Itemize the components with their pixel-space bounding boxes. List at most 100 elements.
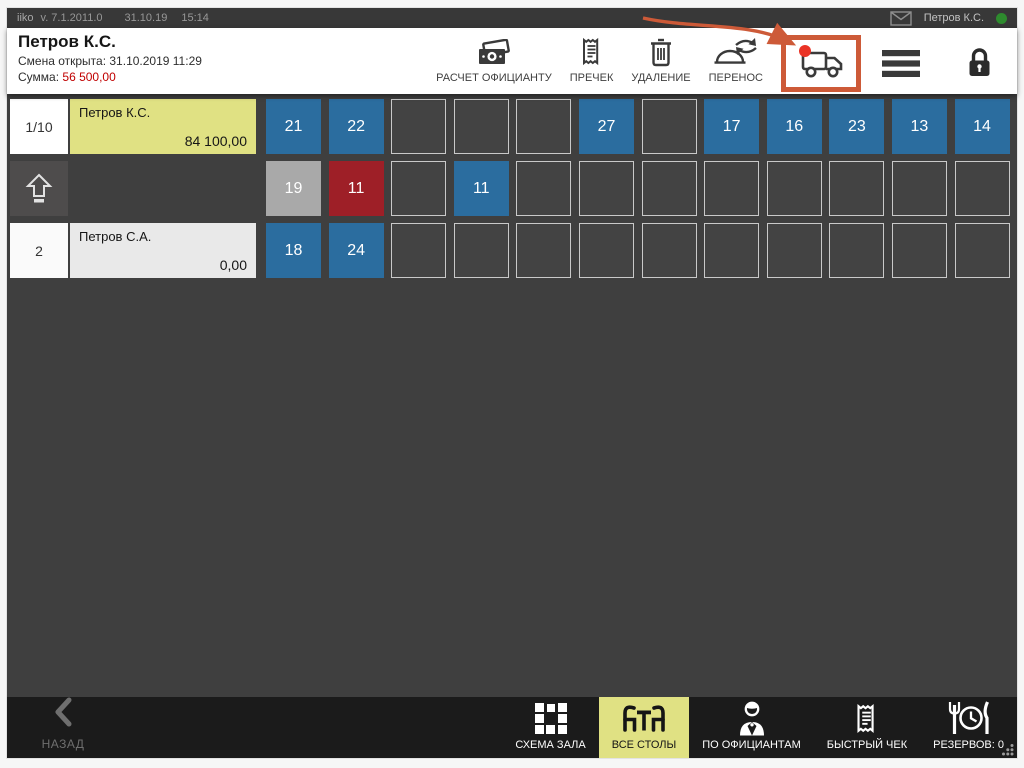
resize-grip[interactable]: [1000, 742, 1015, 757]
table-17[interactable]: 17: [704, 99, 759, 154]
table-slot-empty: [704, 161, 759, 216]
tab-quick-check[interactable]: БЫСТРЫЙ ЧЕК: [814, 697, 920, 758]
waiter-row-amount: 0,00: [220, 257, 247, 273]
app-version: v. 7.1.2011.0: [41, 12, 103, 24]
header: Петров К.С. Смена открыта: 31.10.2019 11…: [7, 28, 1017, 94]
waiter-row-name: Петров К.С.: [79, 105, 247, 120]
table-18[interactable]: 18: [266, 223, 321, 278]
bottom-tabs: СХЕМА ЗАЛА ВСЕ СТОЛЫ ПО ОФИЦИАНТАМ БЫСТРЫЙ …: [502, 697, 1017, 758]
table-slot-empty: [955, 161, 1010, 216]
table-slot-empty: [767, 223, 822, 278]
lock-button[interactable]: [954, 35, 1005, 92]
bottom-bar: НАЗАД СХЕМА ЗАЛА ВСЕ СТОЛЫ ПО ОФИЦИАНТАМ БЫ…: [7, 697, 1017, 758]
envelope-icon: [890, 11, 912, 26]
tables-icon: [619, 699, 669, 737]
table-slot-empty: [704, 223, 759, 278]
table-11[interactable]: 11: [454, 161, 509, 216]
toolbar-button-label: РАСЧЕТ ОФИЦИАНТУ: [436, 72, 552, 84]
toolbar-button-precheck[interactable]: ПРЕЧЕК: [561, 35, 623, 84]
table-19[interactable]: 19: [266, 161, 321, 216]
delivery-truck-icon: [796, 43, 846, 81]
tab-label: ВСЕ СТОЛЫ: [612, 739, 677, 751]
waiter-row-info: Петров К.С. 84 100,00: [70, 99, 256, 154]
resize-grip-icon: [1000, 742, 1015, 757]
floor-plan-icon: [533, 699, 568, 737]
sum-label: Сумма:: [18, 70, 59, 84]
tab-label: РЕЗЕРВОВ: 0: [933, 739, 1004, 751]
waiter-row-info: Петров С.А. 0,00: [70, 223, 256, 278]
table-14[interactable]: 14: [955, 99, 1010, 154]
table-slot-empty: [391, 161, 446, 216]
table-slot-empty: [579, 223, 634, 278]
toolbar-button-label: ПРЕЧЕК: [570, 72, 614, 84]
table-slot-empty: [454, 223, 509, 278]
table-slot-empty: [391, 223, 446, 278]
header-toolbar: РАСЧЕТ ОФИЦИАНТУ ПРЕЧЕК УДАЛЕНИЕ ПЕРЕНОС: [427, 35, 1011, 92]
table-22[interactable]: 22: [329, 99, 384, 154]
waiter-icon: [736, 699, 768, 737]
reservation-icon: [946, 699, 992, 737]
hamburger-menu-icon: [882, 49, 920, 78]
banknotes-icon: [476, 35, 511, 67]
table-slot-empty: [892, 161, 947, 216]
delivery-button[interactable]: [796, 43, 846, 84]
table-11[interactable]: 11: [329, 161, 384, 216]
tab-by-waiters[interactable]: ПО ОФИЦИАНТАМ: [689, 697, 814, 758]
waiter-row[interactable]: 2 Петров С.А. 0,00: [10, 223, 256, 278]
quick-receipt-icon: [854, 699, 879, 737]
toolbar-button-label: УДАЛЕНИЕ: [631, 72, 690, 84]
table-slot-empty: [516, 161, 571, 216]
table-slot-empty: [454, 99, 509, 154]
tab-all-tables[interactable]: ВСЕ СТОЛЫ: [599, 697, 690, 758]
tab-label: БЫСТРЫЙ ЧЕК: [827, 739, 907, 751]
table-slot-empty: [829, 161, 884, 216]
table-16[interactable]: 16: [767, 99, 822, 154]
table-slot-empty: [642, 223, 697, 278]
table-13[interactable]: 13: [892, 99, 947, 154]
tables-view: 1/10 Петров К.С. 84 100,00 2 Петров С.А. 0,00…: [7, 94, 1017, 697]
table-slot-empty: [516, 99, 571, 154]
scroll-up-button[interactable]: [10, 161, 68, 216]
annotation-box: [781, 35, 861, 92]
toolbar-button-pay-to-waiter[interactable]: РАСЧЕТ ОФИЦИАНТУ: [427, 35, 561, 84]
toolbar-button-delete[interactable]: УДАЛЕНИЕ: [622, 35, 699, 84]
table-slot-empty: [516, 223, 571, 278]
table-27[interactable]: 27: [579, 99, 634, 154]
waiter-row[interactable]: 1/10 Петров К.С. 84 100,00: [10, 99, 256, 154]
titlebar: iiko v. 7.1.2011.0 31.10.19 15:14 Петров…: [7, 8, 1017, 28]
waiter-row-amount: 84 100,00: [185, 133, 247, 149]
tab-label: СХЕМА ЗАЛА: [515, 739, 585, 751]
waiter-row-number: 2: [10, 223, 68, 278]
table-slot-empty: [767, 161, 822, 216]
table-24[interactable]: 24: [329, 223, 384, 278]
app-window: iiko v. 7.1.2011.0 31.10.19 15:14 Петров…: [7, 8, 1017, 758]
table-slot-empty: [391, 99, 446, 154]
waiter-row-name: Петров С.А.: [79, 229, 247, 244]
toolbar-button-transfer[interactable]: ПЕРЕНОС: [700, 35, 772, 84]
chevron-left-icon: [52, 697, 74, 727]
waiters-scroll-up-row: [10, 161, 256, 216]
waiter-row-number: 1/10: [10, 99, 68, 154]
messages-button[interactable]: [890, 11, 912, 26]
menu-button[interactable]: [870, 35, 932, 92]
table-slot-empty: [642, 99, 697, 154]
table-21[interactable]: 21: [266, 99, 321, 154]
online-status-dot: [996, 13, 1007, 24]
trash-icon: [648, 35, 674, 67]
toolbar-button-label: ПЕРЕНОС: [709, 72, 763, 84]
back-button[interactable]: НАЗАД: [7, 697, 119, 758]
toolbar-buttons: РАСЧЕТ ОФИЦИАНТУ ПРЕЧЕК УДАЛЕНИЕ ПЕРЕНОС: [427, 35, 772, 84]
table-slot-empty: [892, 223, 947, 278]
titlebar-time: 15:14: [181, 12, 209, 24]
table-slot-empty: [642, 161, 697, 216]
waiters-panel: 1/10 Петров К.С. 84 100,00 2 Петров С.А. 0,00: [10, 99, 256, 278]
app-logo: iiko: [17, 12, 34, 24]
tables-grid: 21222717162313141911111824: [266, 99, 1010, 278]
tab-label: ПО ОФИЦИАНТАМ: [702, 739, 801, 751]
titlebar-date: 31.10.19: [125, 12, 168, 24]
tab-floor-plan[interactable]: СХЕМА ЗАЛА: [502, 697, 598, 758]
table-slot-empty: [579, 161, 634, 216]
back-button-label: НАЗАД: [42, 737, 85, 751]
table-23[interactable]: 23: [829, 99, 884, 154]
table-slot-empty: [829, 223, 884, 278]
